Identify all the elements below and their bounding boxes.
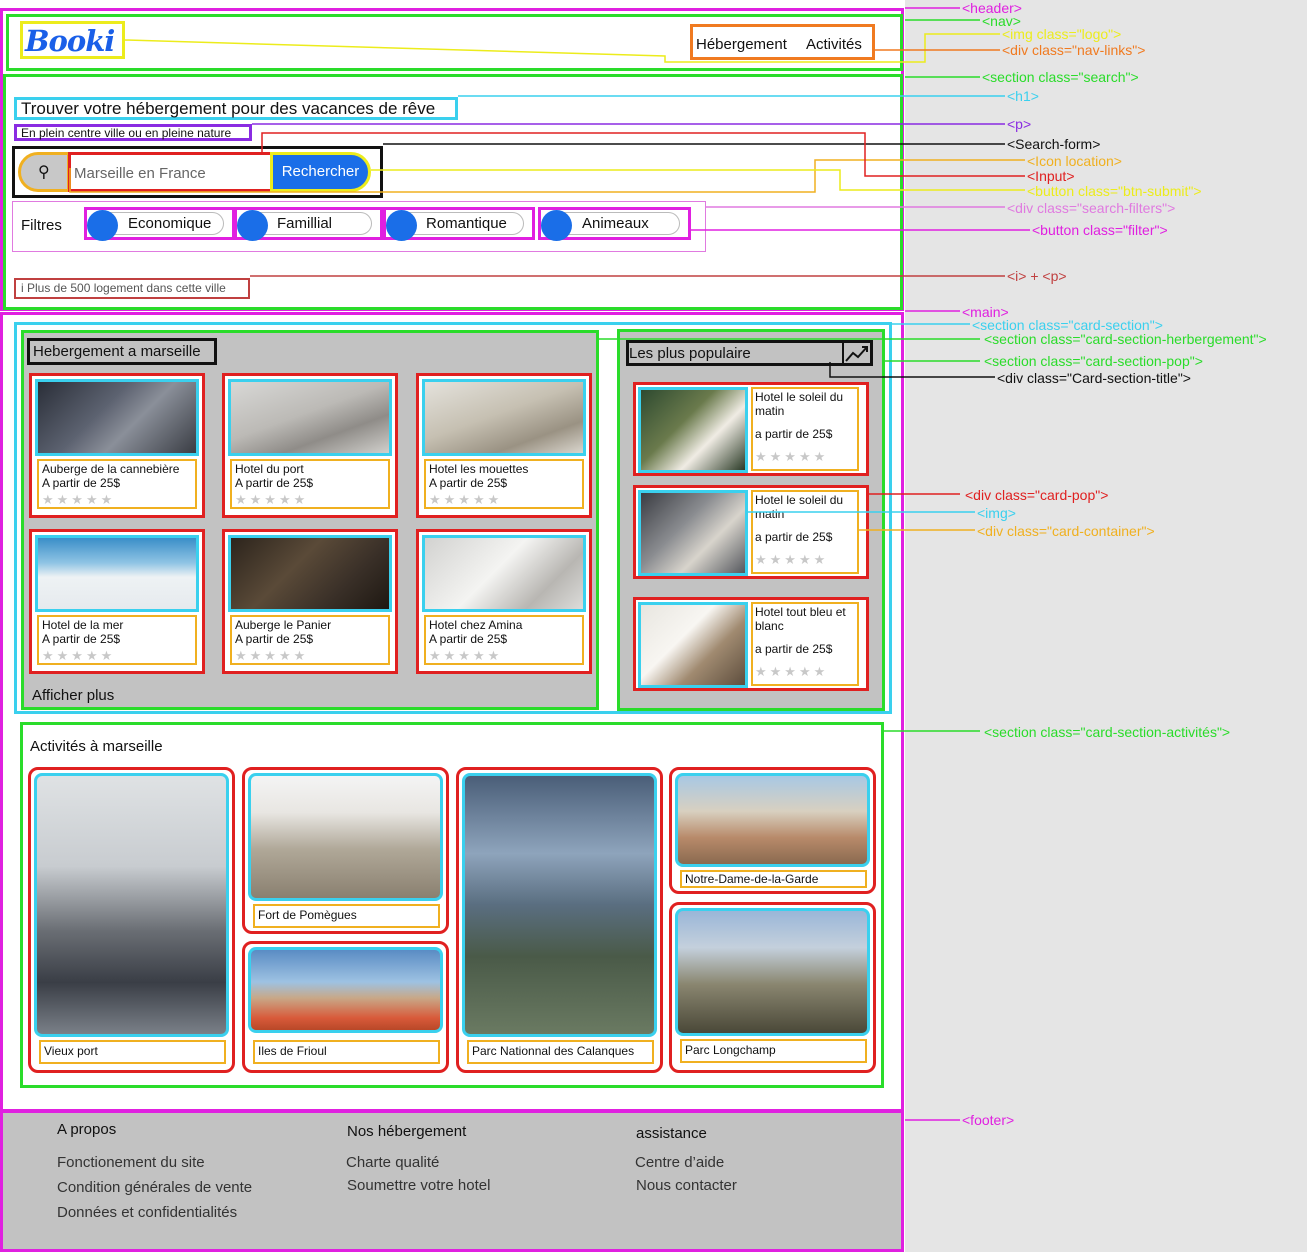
annotation-label: <section class="card-section-pop">	[984, 353, 1203, 369]
annotation-label: <div class="Card-section-title">	[997, 370, 1191, 386]
annotation-label: <button class="filter">	[1032, 222, 1168, 238]
annotation-label: <h1>	[1007, 88, 1039, 104]
annotation-label: <div class="search-filters">	[1007, 200, 1176, 216]
annotation-label: <section class="card-section-herbergemen…	[984, 331, 1267, 347]
annotation-label: <button class="btn-submit">	[1027, 183, 1202, 199]
annotation-label: <Input>	[1027, 168, 1075, 184]
annotation-label: <div class="card-container">	[977, 523, 1155, 539]
annotation-label: <Search-form>	[1007, 136, 1101, 152]
annotation-label: <div class="nav-links">	[1002, 42, 1146, 58]
annotation-label: <footer>	[962, 1112, 1015, 1128]
annotation-label: <section class="search">	[982, 69, 1139, 85]
annotation-label: <div class="card-pop">	[965, 487, 1109, 503]
annotation-label: <img>	[977, 505, 1016, 521]
annotation-label: <img class="logo">	[1002, 26, 1122, 42]
annotation-label: <i> + <p>	[1007, 268, 1067, 284]
annotation-label: <p>	[1007, 116, 1032, 132]
annotation-label: <Icon location>	[1027, 153, 1122, 169]
annotation-label: <section class="card-section-activités">	[984, 724, 1231, 740]
